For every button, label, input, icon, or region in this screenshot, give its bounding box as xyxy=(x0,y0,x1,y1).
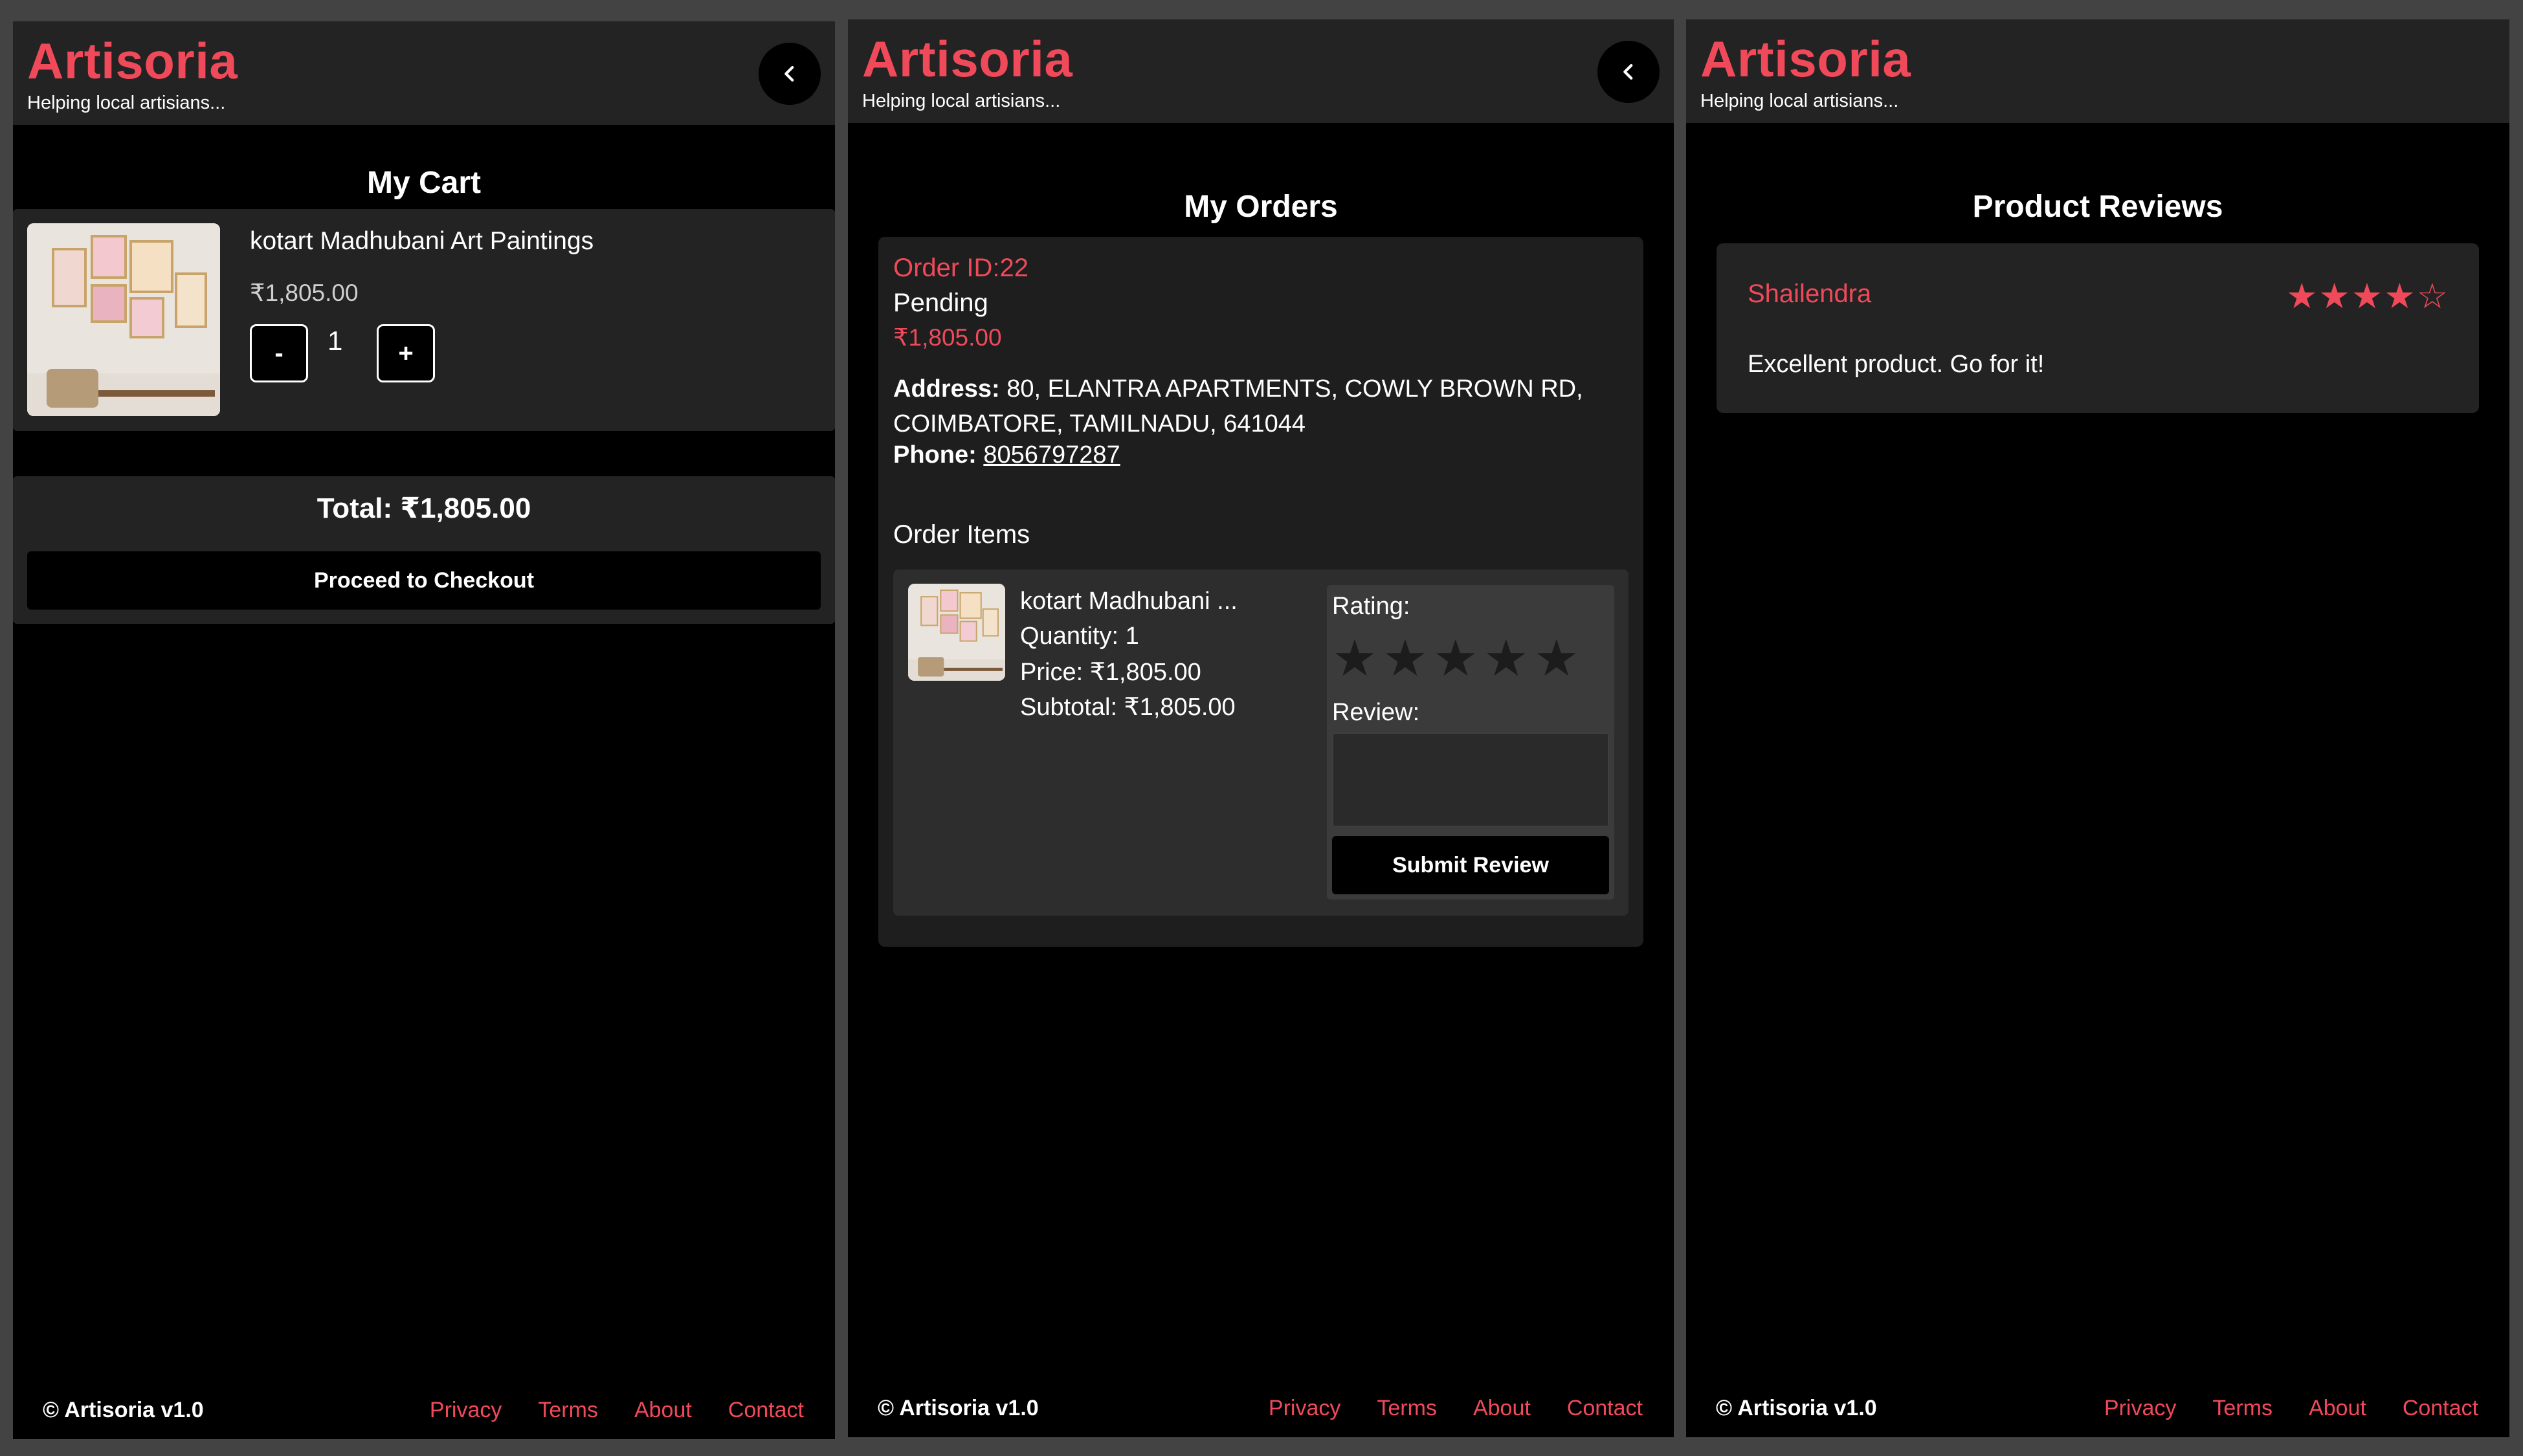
star-icon[interactable]: ★ xyxy=(1383,633,1428,683)
order-item-subtotal: Subtotal: ₹1,805.00 xyxy=(1020,694,1236,721)
page-title: Product Reviews xyxy=(1972,190,2223,224)
footer-link-terms[interactable]: Terms xyxy=(1377,1396,1437,1421)
cart-screen: Artisoria Helping local artisians... My … xyxy=(13,21,835,1439)
phone-label: Phone: xyxy=(893,441,977,469)
order-item-image xyxy=(908,584,1005,681)
footer-links: Privacy Terms About Contact xyxy=(1269,1396,1643,1421)
product-image[interactable] xyxy=(27,223,220,416)
footer-link-about[interactable]: About xyxy=(634,1398,692,1423)
submit-review-button[interactable]: Submit Review xyxy=(1332,836,1609,894)
address-label: Address: xyxy=(893,375,1000,403)
review-label: Review: xyxy=(1332,699,1420,726)
order-status: Pending xyxy=(893,289,988,317)
footer-links: Privacy Terms About Contact xyxy=(2104,1396,2478,1421)
rating-label: Rating: xyxy=(1332,593,1410,620)
footer-links: Privacy Terms About Contact xyxy=(430,1398,804,1423)
order-item-name: kotart Madhubani ... xyxy=(1020,588,1238,615)
app-header: Artisoria Helping local artisians... xyxy=(1686,19,2509,123)
order-phone: Phone: 8056797287 xyxy=(893,441,1120,469)
product-name[interactable]: kotart Madhubani Art Paintings xyxy=(250,227,594,256)
footer-link-terms[interactable]: Terms xyxy=(538,1398,598,1423)
product-price: ₹1,805.00 xyxy=(250,280,359,306)
app-header: Artisoria Helping local artisians... xyxy=(13,21,835,125)
footer: © Artisoria v1.0 Privacy Terms About Con… xyxy=(13,1381,835,1439)
star-icon[interactable]: ★ xyxy=(1534,633,1579,683)
order-item-price: Price: ₹1,805.00 xyxy=(1020,659,1201,686)
quantity-value: 1 xyxy=(328,325,343,356)
page-title: My Orders xyxy=(1184,190,1338,224)
review-card: Shailendra ★★★★☆ Excellent product. Go f… xyxy=(1717,243,2479,413)
review-rating-stars: ★★★★☆ xyxy=(2285,277,2449,316)
footer-link-about[interactable]: About xyxy=(1473,1396,1531,1421)
review-input[interactable] xyxy=(1332,733,1609,827)
brand-tagline: Helping local artisians... xyxy=(1700,91,1899,111)
order-item: kotart Madhubani ... Quantity: 1 Price: … xyxy=(893,569,1628,916)
rating-stars: ★ ★ ★ ★ ★ xyxy=(1332,633,1579,683)
reviewer-name: Shailendra xyxy=(1748,280,1872,308)
footer-link-contact[interactable]: Contact xyxy=(1567,1396,1643,1421)
copyright: © Artisoria v1.0 xyxy=(43,1397,204,1422)
footer: © Artisoria v1.0 Privacy Terms About Con… xyxy=(848,1379,1674,1437)
order-card: Order ID:22 Pending ₹1,805.00 Address: 8… xyxy=(878,237,1643,947)
copyright: © Artisoria v1.0 xyxy=(878,1395,1039,1420)
footer-link-about[interactable]: About xyxy=(2309,1396,2366,1421)
decrement-quantity-button[interactable]: - xyxy=(250,324,308,382)
footer-link-privacy[interactable]: Privacy xyxy=(1269,1396,1340,1421)
chevron-left-icon xyxy=(1623,63,1633,80)
order-id: Order ID:22 xyxy=(893,254,1028,282)
footer-link-privacy[interactable]: Privacy xyxy=(2104,1396,2176,1421)
footer-link-terms[interactable]: Terms xyxy=(2212,1396,2273,1421)
chevron-left-icon xyxy=(784,65,794,82)
footer-link-contact[interactable]: Contact xyxy=(728,1398,804,1423)
footer: © Artisoria v1.0 Privacy Terms About Con… xyxy=(1686,1379,2509,1437)
footer-link-contact[interactable]: Contact xyxy=(2403,1396,2478,1421)
reviews-screen: Artisoria Helping local artisians... Pro… xyxy=(1686,19,2509,1437)
star-icon[interactable]: ★ xyxy=(1484,633,1529,683)
brand-tagline: Helping local artisians... xyxy=(27,93,226,113)
app-header: Artisoria Helping local artisians... xyxy=(848,19,1674,123)
review-text: Excellent product. Go for it! xyxy=(1748,351,2045,378)
review-form: Rating: ★ ★ ★ ★ ★ Review: Submit Review xyxy=(1327,585,1614,899)
order-item-quantity: Quantity: 1 xyxy=(1020,623,1139,650)
cart-item: kotart Madhubani Art Paintings ₹1,805.00… xyxy=(13,209,835,431)
order-address: Address: 80, ELANTRA APARTMENTS, COWLY B… xyxy=(893,371,1625,441)
product-thumbnail-art xyxy=(908,584,1005,681)
star-icon[interactable]: ★ xyxy=(1332,633,1377,683)
back-button[interactable] xyxy=(1597,41,1660,103)
copyright: © Artisoria v1.0 xyxy=(1716,1395,1877,1420)
product-thumbnail-art xyxy=(27,223,220,416)
order-items-heading: Order Items xyxy=(893,520,1030,549)
footer-link-privacy[interactable]: Privacy xyxy=(430,1398,502,1423)
brand-tagline: Helping local artisians... xyxy=(862,91,1061,111)
brand-logo[interactable]: Artisoria xyxy=(1700,30,1911,89)
orders-screen: Artisoria Helping local artisians... My … xyxy=(848,19,1674,1437)
brand-logo[interactable]: Artisoria xyxy=(27,32,238,91)
checkout-button[interactable]: Proceed to Checkout xyxy=(27,551,821,610)
star-icon[interactable]: ★ xyxy=(1433,633,1478,683)
brand-logo[interactable]: Artisoria xyxy=(862,30,1073,89)
cart-total: Total: ₹1,805.00 xyxy=(317,492,531,524)
increment-quantity-button[interactable]: + xyxy=(377,324,435,382)
order-amount: ₹1,805.00 xyxy=(893,324,1002,351)
back-button[interactable] xyxy=(759,43,821,105)
phone-link[interactable]: 8056797287 xyxy=(983,441,1120,469)
cart-summary: Total: ₹1,805.00 Proceed to Checkout xyxy=(13,476,835,624)
page-title: My Cart xyxy=(366,166,482,200)
